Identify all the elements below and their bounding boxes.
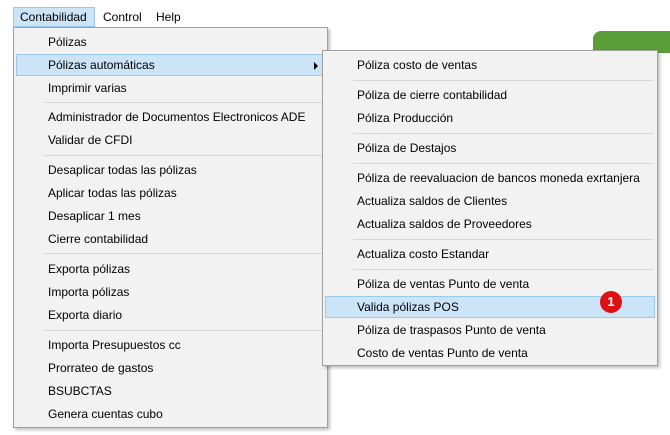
submenu-item-costo-ventas-punto-venta[interactable]: Costo de ventas Punto de venta — [325, 342, 655, 364]
submenu-item-poliza-destajos[interactable]: Póliza de Destajos — [325, 137, 655, 159]
menu-item-label: Pólizas automáticas — [48, 58, 155, 72]
menu-separator — [353, 269, 653, 270]
menu-separator — [353, 80, 653, 81]
menu-separator — [44, 253, 323, 254]
menu-bar: Contabilidad Control Help — [0, 0, 670, 28]
submenu-arrow-icon — [314, 62, 318, 70]
menu-item-cierre-contabilidad[interactable]: Cierre contabilidad — [16, 228, 325, 250]
submenu-item-reevaluacion-bancos[interactable]: Póliza de reevaluacion de bancos moneda … — [325, 167, 655, 189]
menu-item-exporta-polizas[interactable]: Exporta pólizas — [16, 258, 325, 280]
submenu-item-traspasos-punto-venta[interactable]: Póliza de traspasos Punto de venta — [325, 319, 655, 341]
menu-help[interactable]: Help — [150, 7, 187, 27]
menu-separator — [353, 163, 653, 164]
menu-item-prorrateo-gastos[interactable]: Prorrateo de gastos — [16, 357, 325, 379]
menu-separator — [44, 330, 323, 331]
menu-item-imprimir-varias[interactable]: Imprimir varias — [16, 77, 325, 99]
menu-contabilidad[interactable]: Contabilidad — [13, 7, 95, 27]
menu-item-administrador-ade[interactable]: Administrador de Documentos Electronicos… — [16, 106, 325, 128]
menu-item-validar-cfdi[interactable]: Validar de CFDI — [16, 129, 325, 151]
menu-item-desaplicar-todas[interactable]: Desaplicar todas las pólizas — [16, 159, 325, 181]
menu-control[interactable]: Control — [97, 7, 148, 27]
menu-item-genera-cuentas-cubo[interactable]: Genera cuentas cubo — [16, 403, 325, 425]
submenu-item-poliza-cierre[interactable]: Póliza de cierre contabilidad — [325, 84, 655, 106]
submenu-item-poliza-produccion[interactable]: Póliza Producción — [325, 107, 655, 129]
menu-separator — [44, 102, 323, 103]
contabilidad-menu: Pólizas Pólizas automáticas Imprimir var… — [13, 27, 328, 428]
menu-item-exporta-diario[interactable]: Exporta diario — [16, 304, 325, 326]
menu-item-desaplicar-1-mes[interactable]: Desaplicar 1 mes — [16, 205, 325, 227]
menu-item-importa-presupuestos[interactable]: Importa Presupuestos cc — [16, 334, 325, 356]
menu-separator — [353, 133, 653, 134]
menu-item-importa-polizas[interactable]: Importa pólizas — [16, 281, 325, 303]
submenu-item-saldos-proveedores[interactable]: Actualiza saldos de Proveedores — [325, 213, 655, 235]
menu-item-polizas-automaticas[interactable]: Pólizas automáticas — [16, 54, 325, 76]
menu-item-aplicar-todas[interactable]: Aplicar todas las pólizas — [16, 182, 325, 204]
menu-item-bsubctas[interactable]: BSUBCTAS — [16, 380, 325, 402]
submenu-item-poliza-costo-ventas[interactable]: Póliza costo de ventas — [325, 54, 655, 76]
submenu-item-saldos-clientes[interactable]: Actualiza saldos de Clientes — [325, 190, 655, 212]
polizas-automaticas-submenu: Póliza costo de ventas Póliza de cierre … — [322, 50, 658, 366]
callout-number-badge: 1 — [600, 291, 622, 313]
menu-separator — [44, 155, 323, 156]
submenu-item-costo-estandar[interactable]: Actualiza costo Estandar — [325, 243, 655, 265]
menu-item-polizas[interactable]: Pólizas — [16, 31, 325, 53]
menu-separator — [353, 239, 653, 240]
